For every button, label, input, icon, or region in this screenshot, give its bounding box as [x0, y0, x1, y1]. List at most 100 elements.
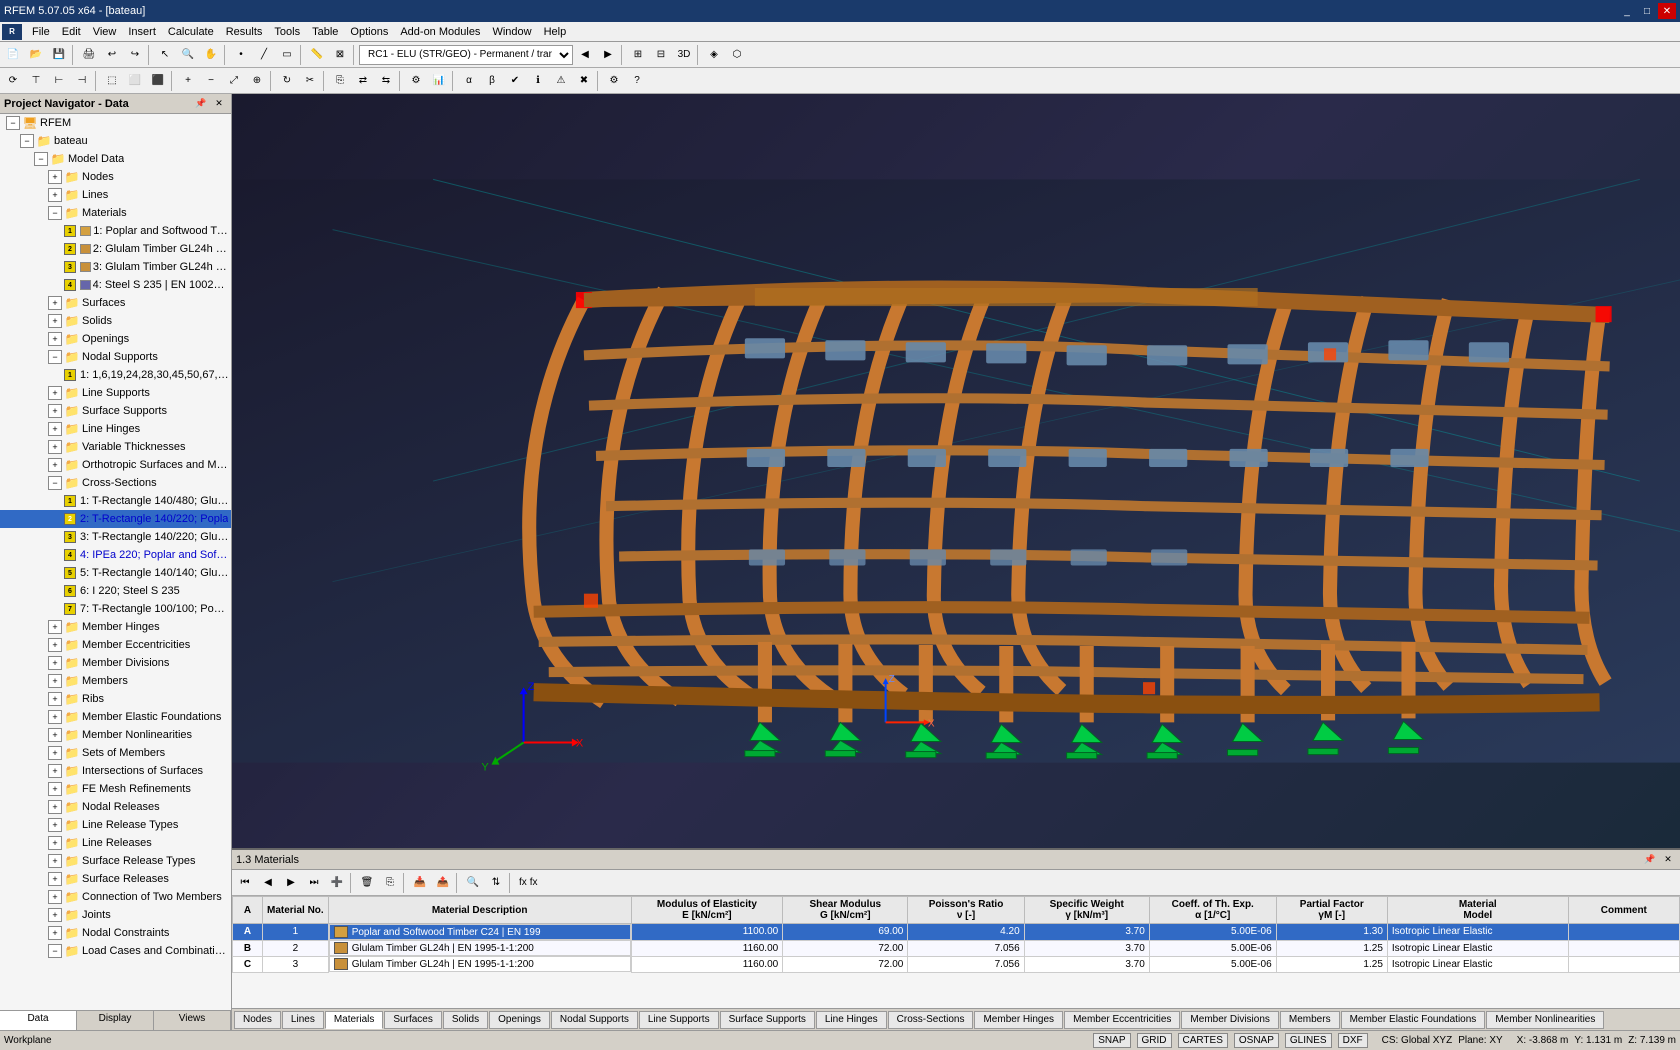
tb2-invert[interactable]: ⬛: [147, 70, 169, 92]
tt-sort[interactable]: ⇅: [485, 872, 507, 894]
tb-view2[interactable]: ⊟: [650, 44, 672, 66]
tb-pan[interactable]: ✋: [200, 44, 222, 66]
menu-window[interactable]: Window: [486, 24, 537, 40]
ss-expander[interactable]: +: [48, 404, 62, 418]
tree-openings[interactable]: + 📁 Openings: [0, 330, 231, 348]
tb-node[interactable]: •: [230, 44, 252, 66]
tb2-zoom-out[interactable]: −: [200, 70, 222, 92]
tree-nodes[interactable]: + 📁 Nodes: [0, 168, 231, 186]
tb2-side[interactable]: ⊣: [71, 70, 93, 92]
menu-results[interactable]: Results: [220, 24, 269, 40]
tb2-info[interactable]: ℹ: [527, 70, 549, 92]
tree-model-data[interactable]: − 📁 Model Data: [0, 150, 231, 168]
tb-pointer[interactable]: ↖: [154, 44, 176, 66]
nav-pin[interactable]: 📌: [193, 96, 209, 112]
tree-rfem[interactable]: − 🖥 RFEM: [0, 114, 231, 132]
tab-nodes[interactable]: Nodes: [234, 1011, 281, 1029]
tree-cross-sections[interactable]: − 📁 Cross-Sections: [0, 474, 231, 492]
tree-nodal-releases[interactable]: + 📁 Nodal Releases: [0, 798, 231, 816]
tree-mat3[interactable]: 3 3: Glulam Timber GL24h | EN 1: [0, 258, 231, 276]
tree-materials[interactable]: − 📁 Materials: [0, 204, 231, 222]
menu-addon[interactable]: Add-on Modules: [394, 24, 486, 40]
nav-close[interactable]: ✕: [211, 96, 227, 112]
tree-ortho[interactable]: + 📁 Orthotropic Surfaces and Membra: [0, 456, 231, 474]
tree-connection[interactable]: + 📁 Connection of Two Members: [0, 888, 231, 906]
lh-expander[interactable]: +: [48, 422, 62, 436]
som-expander[interactable]: +: [48, 746, 62, 760]
tb-save[interactable]: 💾: [48, 44, 70, 66]
tree-cs6[interactable]: 6 6: I 220; Steel S 235: [0, 582, 231, 600]
tb-measure[interactable]: 📏: [306, 44, 328, 66]
md-expander[interactable]: +: [48, 656, 62, 670]
tab-line-supports[interactable]: Line Supports: [639, 1011, 719, 1029]
menu-help[interactable]: Help: [538, 24, 573, 40]
ls-expander[interactable]: +: [48, 386, 62, 400]
tb2-check[interactable]: ✔: [504, 70, 526, 92]
load-case-dropdown[interactable]: RC1 - ELU (STR/GEO) - Permanent / trar: [359, 45, 573, 65]
tb2-zoom-fit[interactable]: ⤢: [223, 70, 245, 92]
tree-intersections[interactable]: + 📁 Intersections of Surfaces: [0, 762, 231, 780]
table-row[interactable]: B 2 Glulam Timber GL24h | EN 1995-1-1:20…: [233, 940, 1680, 956]
tb-line[interactable]: ╱: [253, 44, 275, 66]
3d-viewport[interactable]: Z X Y Z: [232, 94, 1680, 848]
panel-close[interactable]: ✕: [1660, 852, 1676, 868]
bateau-expander[interactable]: −: [20, 134, 34, 148]
menu-insert[interactable]: Insert: [122, 24, 162, 40]
tree-mat4[interactable]: 4 4: Steel S 235 | EN 10025-2:200: [0, 276, 231, 294]
tree-surface-release-types[interactable]: + 📁 Surface Release Types: [0, 852, 231, 870]
rfem-expander[interactable]: −: [6, 116, 20, 130]
ios-expander[interactable]: +: [48, 764, 62, 778]
tt-first[interactable]: ⏮: [234, 872, 256, 894]
ribs-expander[interactable]: +: [48, 692, 62, 706]
tb-surface[interactable]: ▭: [276, 44, 298, 66]
tb2-move[interactable]: ⇄: [352, 70, 374, 92]
tree-line-hinges[interactable]: + 📁 Line Hinges: [0, 420, 231, 438]
dxf-badge[interactable]: DXF: [1338, 1033, 1368, 1048]
tb-render[interactable]: ◈: [703, 44, 725, 66]
nodal-supports-expander[interactable]: −: [48, 350, 62, 364]
materials-expander[interactable]: −: [48, 206, 62, 220]
tb-new[interactable]: 📄: [2, 44, 24, 66]
nav-tab-data[interactable]: Data: [0, 1011, 77, 1030]
tab-member-hinges[interactable]: Member Hinges: [974, 1011, 1063, 1029]
nav-tab-display[interactable]: Display: [77, 1011, 154, 1030]
cartes-badge[interactable]: CARTES: [1178, 1033, 1228, 1048]
tab-member-divisions[interactable]: Member Divisions: [1181, 1011, 1278, 1029]
tb2-error[interactable]: ✖: [573, 70, 595, 92]
mem-expander[interactable]: +: [48, 674, 62, 688]
tree-line-supports[interactable]: + 📁 Line Supports: [0, 384, 231, 402]
nr-expander[interactable]: +: [48, 800, 62, 814]
close-button[interactable]: ✕: [1658, 3, 1676, 19]
tb2-cut-plane[interactable]: ✂: [299, 70, 321, 92]
tb2-zoom-in[interactable]: +: [177, 70, 199, 92]
minimize-button[interactable]: _: [1618, 3, 1636, 19]
tb-next-load[interactable]: ▶: [597, 44, 619, 66]
mef-expander[interactable]: +: [48, 710, 62, 724]
sreleases-expander[interactable]: +: [48, 872, 62, 886]
tb2-warn[interactable]: ⚠: [550, 70, 572, 92]
tree-member-elastic[interactable]: + 📁 Member Elastic Foundations: [0, 708, 231, 726]
tb2-deselect[interactable]: ⬜: [124, 70, 146, 92]
model-expander[interactable]: −: [34, 152, 48, 166]
tree-lines[interactable]: + 📁 Lines: [0, 186, 231, 204]
panel-pin[interactable]: 📌: [1642, 852, 1658, 868]
tree-line-releases[interactable]: + 📁 Line Releases: [0, 834, 231, 852]
table-row[interactable]: A 1 Poplar and Softwood Timber C24 | EN …: [233, 924, 1680, 941]
tab-openings[interactable]: Openings: [489, 1011, 550, 1029]
tt-last[interactable]: ⏭: [303, 872, 325, 894]
menu-file[interactable]: File: [26, 24, 56, 40]
nodes-expander[interactable]: +: [48, 170, 62, 184]
joints-expander[interactable]: +: [48, 908, 62, 922]
tt-add[interactable]: ➕: [326, 872, 348, 894]
fmr-expander[interactable]: +: [48, 782, 62, 796]
tree-surface-releases[interactable]: + 📁 Surface Releases: [0, 870, 231, 888]
tab-nodal-supports[interactable]: Nodal Supports: [551, 1011, 638, 1029]
tree-solids[interactable]: + 📁 Solids: [0, 312, 231, 330]
tab-solids[interactable]: Solids: [443, 1011, 488, 1029]
menu-calculate[interactable]: Calculate: [162, 24, 220, 40]
tt-filter[interactable]: 🔍: [462, 872, 484, 894]
tb-zoom[interactable]: 🔍: [177, 44, 199, 66]
tb-3d[interactable]: 3D: [673, 44, 695, 66]
tree-member-hinges[interactable]: + 📁 Member Hinges: [0, 618, 231, 636]
tree-surface-supports[interactable]: + 📁 Surface Supports: [0, 402, 231, 420]
